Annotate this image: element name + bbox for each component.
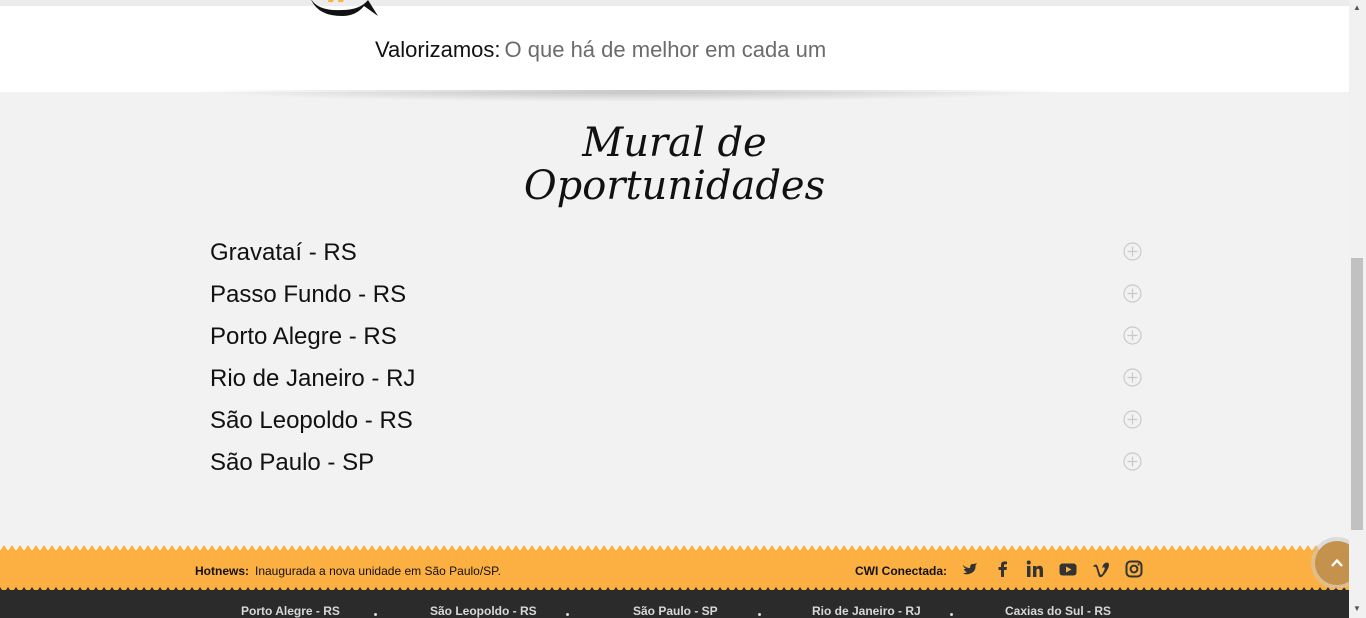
page-title-line1: Mural de [582, 120, 767, 166]
list-item-rio-de-janeiro[interactable]: Rio de Janeiro - RJ [210, 362, 1142, 404]
twitter-icon[interactable] [960, 559, 980, 579]
quote-bubble-icon [311, 0, 378, 16]
list-item-gravatai[interactable]: Gravataí - RS [210, 236, 1142, 278]
list-item-label: São Paulo - SP [210, 449, 375, 476]
values-banner: Valorizamos: O que há de melhor em cada u… [0, 0, 1349, 92]
footer-separator [374, 613, 377, 616]
footer-separator [950, 613, 953, 616]
scroll-up-arrow-icon[interactable]: ▲ [1353, 3, 1361, 12]
expand-plus-icon[interactable] [1123, 242, 1142, 261]
list-item-sao-leopoldo[interactable]: São Leopoldo - RS [210, 404, 1142, 446]
scrollbar-thumb[interactable] [1351, 258, 1363, 530]
instagram-icon[interactable] [1124, 559, 1144, 579]
chevron-up-icon [1331, 558, 1343, 567]
footer-link-sao-paulo[interactable]: São Paulo - SP [633, 604, 718, 618]
list-item-label: Passo Fundo - RS [210, 281, 407, 308]
list-item-sao-paulo[interactable]: São Paulo - SP [210, 446, 1142, 488]
list-item-label: São Leopoldo - RS [210, 407, 413, 434]
expand-plus-icon[interactable] [1123, 284, 1142, 303]
vimeo-icon[interactable] [1091, 559, 1111, 579]
hotnews-label: Hotnews: [195, 564, 249, 578]
footer-link-porto-alegre[interactable]: Porto Alegre - RS [241, 604, 340, 618]
hotnews-bar: Hotnews: Inaugurada a nova unidade em Sã… [0, 545, 1349, 593]
expand-plus-icon[interactable] [1123, 410, 1142, 429]
footer-separator [758, 613, 761, 616]
list-item-label: Gravataí - RS [210, 239, 357, 266]
page-title: Mural de Oportunidades [0, 122, 1349, 208]
footer-separator [566, 613, 569, 616]
vertical-scrollbar[interactable]: ▲ ▼ [1349, 0, 1366, 618]
hotnews-text[interactable]: Inaugurada a nova unidade em São Paulo/S… [255, 564, 501, 578]
footer-link-rio-de-janeiro[interactable]: Rio de Janeiro - RJ [812, 604, 921, 618]
list-item-passo-fundo[interactable]: Passo Fundo - RS [210, 278, 1142, 320]
scroll-down-arrow-icon[interactable]: ▼ [1353, 604, 1361, 613]
values-statement: Valorizamos: O que há de melhor em cada u… [375, 37, 826, 63]
list-item-label: Rio de Janeiro - RJ [210, 365, 416, 392]
linkedin-icon[interactable] [1025, 559, 1045, 579]
page-title-line2: Oportunidades [523, 163, 826, 209]
top-divider [0, 0, 1349, 6]
opportunity-list: Gravataí - RS Passo Fundo - RS Porto Ale… [210, 236, 1142, 488]
footer-link-caxias-do-sul[interactable]: Caxias do Sul - RS [1005, 604, 1111, 618]
expand-plus-icon[interactable] [1123, 452, 1142, 471]
list-item-label: Porto Alegre - RS [210, 323, 397, 350]
values-text: O que há de melhor em cada um [504, 37, 827, 62]
facebook-icon[interactable] [993, 559, 1013, 579]
connected-label: CWI Conectada: [855, 564, 948, 578]
youtube-icon[interactable] [1058, 559, 1078, 579]
footer-link-sao-leopoldo[interactable]: São Leopoldo - RS [430, 604, 537, 618]
band-shadow [190, 90, 1070, 102]
values-label: Valorizamos: [375, 37, 501, 62]
footer-locations: Porto Alegre - RS São Leopoldo - RS São … [0, 590, 1349, 618]
expand-plus-icon[interactable] [1123, 368, 1142, 387]
list-item-porto-alegre[interactable]: Porto Alegre - RS [210, 320, 1142, 362]
expand-plus-icon[interactable] [1123, 326, 1142, 345]
zigzag-edge-top [0, 545, 1349, 551]
